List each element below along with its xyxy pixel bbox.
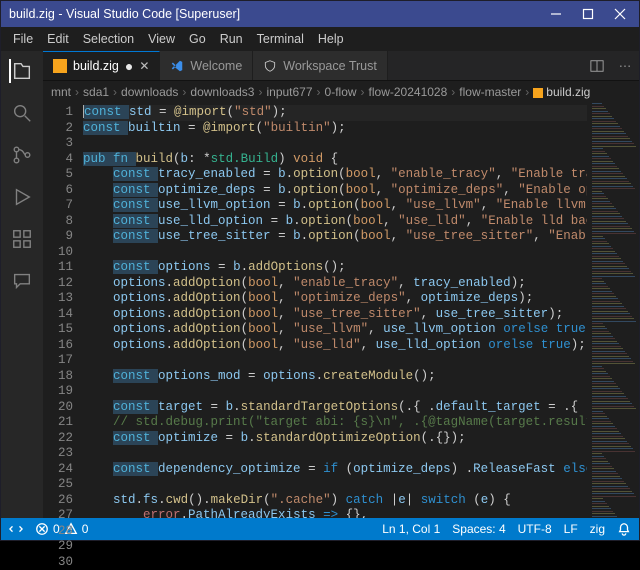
source-control-icon[interactable] xyxy=(10,143,34,167)
split-editor-icon[interactable] xyxy=(583,59,611,73)
indentation[interactable]: Spaces: 4 xyxy=(452,522,505,536)
minimize-button[interactable] xyxy=(541,4,571,24)
tab-close-icon[interactable]: ✕ xyxy=(139,59,149,73)
bc-seg[interactable]: flow-20241028 xyxy=(369,85,448,99)
dirty-indicator-icon: ● xyxy=(125,59,133,73)
shield-icon xyxy=(263,59,277,73)
language-mode[interactable]: zig xyxy=(590,522,605,536)
zig-file-icon xyxy=(533,88,543,98)
menu-view[interactable]: View xyxy=(142,30,181,48)
vscode-icon xyxy=(170,59,184,73)
close-button[interactable] xyxy=(605,4,635,24)
title-bar[interactable]: build.zig - Visual Studio Code [Superuse… xyxy=(1,1,639,27)
bc-seg[interactable]: downloads xyxy=(121,85,178,99)
menu-edit[interactable]: Edit xyxy=(41,30,75,48)
breadcrumb[interactable]: mnt› sda1› downloads› downloads3› input6… xyxy=(43,81,639,103)
tab-bar: build.zig ● ✕ Welcome Workspace Trust ⋯ xyxy=(43,51,639,81)
bc-seg[interactable]: 0-flow xyxy=(325,85,357,99)
menu-bar: File Edit Selection View Go Run Terminal… xyxy=(1,27,639,51)
tab-build-zig[interactable]: build.zig ● ✕ xyxy=(43,51,160,80)
menu-selection[interactable]: Selection xyxy=(77,30,140,48)
bc-seg[interactable]: sda1 xyxy=(83,85,109,99)
extensions-icon[interactable] xyxy=(10,227,34,251)
cursor-position[interactable]: Ln 1, Col 1 xyxy=(382,522,440,536)
search-icon[interactable] xyxy=(10,101,34,125)
menu-run[interactable]: Run xyxy=(214,30,249,48)
tab-label: Welcome xyxy=(190,59,242,73)
minimap[interactable] xyxy=(587,103,639,518)
zig-file-icon xyxy=(53,59,67,73)
more-actions-icon[interactable]: ⋯ xyxy=(611,58,639,73)
vscode-window: build.zig - Visual Studio Code [Superuse… xyxy=(0,0,640,541)
tab-workspace-trust[interactable]: Workspace Trust xyxy=(253,51,388,80)
bc-seg: build.zig xyxy=(533,85,590,99)
bc-seg[interactable]: input677 xyxy=(266,85,312,99)
bc-seg[interactable]: flow-master xyxy=(459,85,521,99)
encoding[interactable]: UTF-8 xyxy=(518,522,552,536)
tab-label: build.zig xyxy=(73,59,119,73)
menu-go[interactable]: Go xyxy=(183,30,212,48)
remote-indicator[interactable] xyxy=(9,522,23,536)
chat-icon[interactable] xyxy=(10,269,34,293)
tab-label: Workspace Trust xyxy=(283,59,377,73)
explorer-icon[interactable] xyxy=(9,59,33,83)
menu-file[interactable]: File xyxy=(7,30,39,48)
eol[interactable]: LF xyxy=(564,522,578,536)
bc-seg[interactable]: downloads3 xyxy=(190,85,254,99)
bc-seg[interactable]: mnt xyxy=(51,85,71,99)
notifications-icon[interactable] xyxy=(617,522,631,536)
window-title: build.zig - Visual Studio Code [Superuse… xyxy=(9,7,541,21)
line-number-gutter[interactable]: 1234567891011121314151617181920212223242… xyxy=(43,103,83,518)
status-bar: 0 0 Ln 1, Col 1 Spaces: 4 UTF-8 LF zig xyxy=(1,518,639,540)
menu-terminal[interactable]: Terminal xyxy=(251,30,310,48)
menu-help[interactable]: Help xyxy=(312,30,350,48)
tab-welcome[interactable]: Welcome xyxy=(160,51,253,80)
run-debug-icon[interactable] xyxy=(10,185,34,209)
maximize-button[interactable] xyxy=(573,4,603,24)
code-editor[interactable]: const std = @import("std");const builtin… xyxy=(83,103,587,518)
editor-group: build.zig ● ✕ Welcome Workspace Trust ⋯ xyxy=(43,51,639,518)
activity-bar xyxy=(1,51,43,518)
